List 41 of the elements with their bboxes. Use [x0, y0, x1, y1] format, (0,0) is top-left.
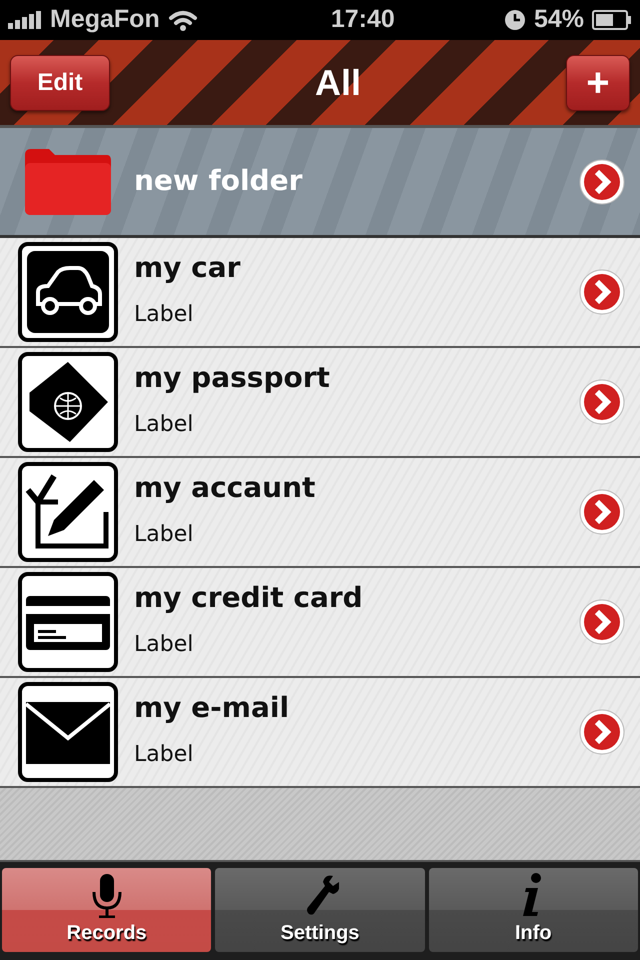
tab-button[interactable]: Records: [2, 868, 212, 952]
chevron-button[interactable]: [578, 488, 626, 536]
row-subtitle: Label: [134, 520, 194, 549]
chevron-button[interactable]: [578, 708, 626, 756]
clock-icon: [504, 9, 526, 31]
chevron-button[interactable]: [578, 378, 626, 426]
row-subtitle: Label: [134, 410, 194, 439]
list-row[interactable]: my accaunt Label: [0, 458, 640, 568]
battery-icon: [592, 9, 632, 31]
credit-card-icon: [18, 572, 118, 672]
add-button[interactable]: +: [566, 54, 630, 110]
row-title: my credit card: [134, 583, 364, 614]
folder-icon: [23, 146, 113, 216]
row-title: my car: [134, 253, 242, 284]
carrier-name: MegaFon: [50, 4, 160, 36]
row-title: new folder: [134, 166, 304, 197]
signal-icon: [8, 11, 42, 29]
list-row[interactable]: my e-mail Label: [0, 678, 640, 788]
tab-button[interactable]: Info: [428, 868, 638, 952]
tab-button[interactable]: Settings: [215, 868, 425, 952]
car-icon: [18, 242, 118, 342]
list-row[interactable]: my credit card Label: [0, 568, 640, 678]
battery-percent: 54%: [534, 4, 584, 36]
list-row[interactable]: my car Label: [0, 238, 640, 348]
row-title: my accaunt: [134, 473, 316, 504]
row-subtitle: Label: [134, 630, 194, 659]
envelope-icon: [18, 682, 118, 782]
chevron-button[interactable]: [578, 158, 626, 206]
row-subtitle: Label: [134, 740, 194, 769]
row-title: my passport: [134, 363, 331, 394]
checklist-pencil-icon: [18, 462, 118, 562]
row-subtitle: Label: [134, 300, 194, 329]
row-title: my e-mail: [134, 693, 290, 724]
list-row[interactable]: my passport Label: [0, 348, 640, 458]
chevron-button[interactable]: [578, 268, 626, 316]
status-time: 17:40: [330, 5, 395, 34]
chevron-button[interactable]: [578, 598, 626, 646]
passport-icon: [18, 352, 118, 452]
nav-title: All: [314, 60, 361, 104]
edit-button[interactable]: Edit: [10, 54, 110, 110]
wifi-icon: [168, 9, 198, 31]
